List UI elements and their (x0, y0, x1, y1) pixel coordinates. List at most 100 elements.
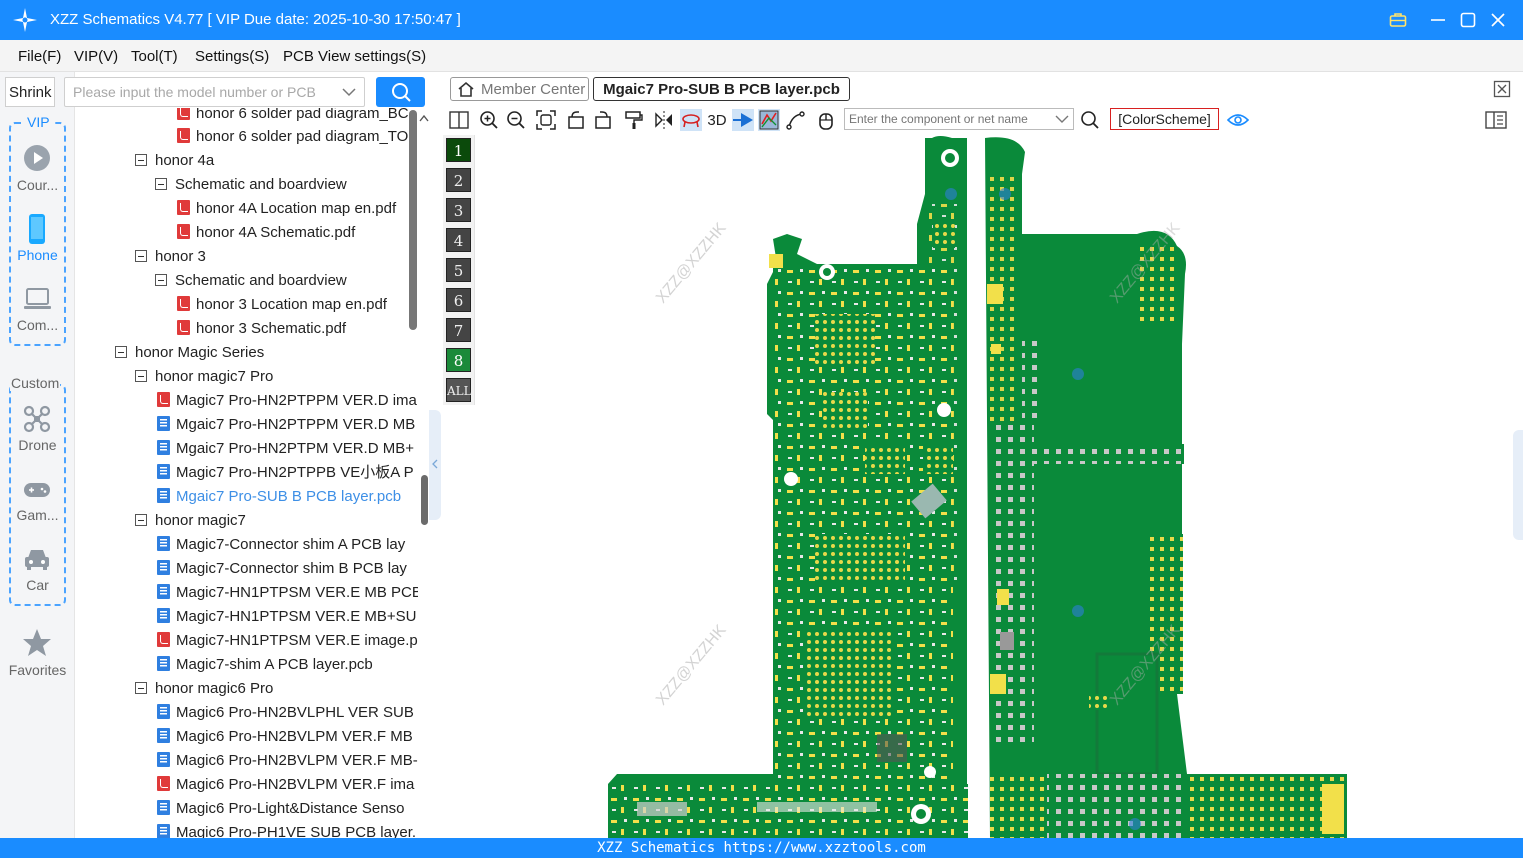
briefcase-icon[interactable] (1386, 8, 1410, 32)
rail-favorites[interactable]: Favorites (0, 628, 75, 683)
tree-file[interactable]: honor 3 Location map en.pdf (177, 293, 387, 317)
tree-folder[interactable]: honor Magic Series (115, 341, 264, 365)
rail-drone[interactable]: Drone (0, 402, 75, 462)
tree-file[interactable]: Magic6 Pro-HN2BVLPHL VER SUB (157, 701, 414, 725)
rail-computer[interactable]: Com... (0, 280, 75, 340)
layer-button-5[interactable]: 5 (446, 258, 471, 282)
component-search-icon[interactable] (1079, 109, 1101, 131)
rotate-right-icon[interactable] (592, 109, 614, 131)
close-button[interactable] (1486, 8, 1510, 32)
tree-file[interactable]: Magic7-HN1PTPSM VER.E image.p (157, 629, 418, 653)
component-search-input[interactable] (849, 111, 1049, 127)
tree-file[interactable]: honor 3 Schematic.pdf (177, 317, 346, 341)
tree-folder[interactable]: Schematic and boardview (155, 173, 347, 197)
tree-file[interactable]: Magic6 Pro-HN2BVLPM VER.F ima (157, 773, 414, 797)
tree-file[interactable]: honor 6 solder pad diagram_BC (177, 108, 409, 126)
collapse-icon[interactable] (135, 682, 147, 694)
layer-button-all[interactable]: ALL (446, 378, 472, 402)
layer-button-2[interactable]: 2 (446, 168, 471, 192)
side-panel-icon[interactable] (1485, 109, 1507, 131)
search-button[interactable] (376, 77, 425, 107)
tree-file[interactable]: Magic6 Pro-HN2BVLPM VER.F MB (157, 725, 413, 749)
menu-vip[interactable]: VIP(V) (74, 48, 118, 65)
collapse-icon[interactable] (155, 274, 167, 286)
tree-file[interactable]: Magic7-Connector shim A PCB lay (157, 533, 405, 557)
tree-file[interactable]: honor 6 solder pad diagram_TO (177, 125, 408, 149)
collapse-icon[interactable] (135, 514, 147, 526)
layer-button-3[interactable]: 3 (446, 198, 471, 222)
rail-courses[interactable]: Cour... (0, 140, 75, 200)
tree-file[interactable]: Magic6 Pro-Light&Distance Senso (157, 797, 404, 821)
tree-hscroll-thumb[interactable] (421, 475, 428, 525)
tree-file[interactable]: Magic6 Pro-PH1VE SUB PCB layer. (157, 821, 416, 838)
eye-icon[interactable] (1227, 109, 1249, 131)
pcb-board-view[interactable]: XZZ@XZZHK XZZ@XZZHK XZZ@XZZHK XZZ@XZZHK (477, 134, 1523, 838)
menu-settings[interactable]: Settings(S) (195, 48, 269, 65)
flip-board-icon[interactable] (680, 109, 702, 131)
chevron-down-icon[interactable] (342, 86, 356, 98)
tree-file[interactable]: honor 4A Location map en.pdf (177, 197, 396, 221)
right-panel-collapse-handle[interactable] (1513, 430, 1523, 540)
tree-file[interactable]: Magic7-shim A PCB layer.pcb (157, 653, 373, 677)
tree-file[interactable]: honor 4A Schematic.pdf (177, 221, 355, 245)
collapse-icon[interactable] (155, 178, 167, 190)
paint-roller-icon[interactable] (623, 109, 645, 131)
pcb-canvas[interactable]: XZZ@XZZHK XZZ@XZZHK XZZ@XZZHK XZZ@XZZHK (477, 134, 1523, 838)
maximize-button[interactable] (1456, 8, 1480, 32)
collapse-icon[interactable] (135, 370, 147, 382)
mirror-icon[interactable] (653, 109, 675, 131)
chevron-down-icon[interactable] (1055, 114, 1069, 124)
model-search-input[interactable] (73, 82, 333, 102)
colorscheme-button[interactable]: [ColorScheme] (1110, 108, 1219, 130)
tree-file[interactable]: Mgaic7 Pro-HN2PTPPM VER.D MB I (157, 413, 418, 437)
net-highlight-icon[interactable] (758, 109, 780, 131)
collapse-icon[interactable] (135, 250, 147, 262)
menu-tool[interactable]: Tool(T) (131, 48, 178, 65)
rotate-left-icon[interactable] (565, 109, 587, 131)
tree-file[interactable]: Mgaic7 Pro-HN2PTPM VER.D MB+ (157, 437, 414, 461)
rail-game[interactable]: Gam... (0, 476, 75, 531)
scroll-up-icon[interactable] (418, 113, 430, 123)
layer-button-7[interactable]: 7 (446, 318, 471, 342)
tree-file[interactable]: Magic7 Pro-HN2PTPPB VE小板A P (157, 461, 414, 485)
pdf-file-icon (177, 296, 190, 311)
layer-button-8[interactable]: 8 (446, 348, 471, 372)
measure-icon[interactable] (785, 109, 807, 131)
tree-folder[interactable]: honor 3 (135, 245, 206, 269)
collapse-icon[interactable] (135, 154, 147, 166)
view-3d-button[interactable]: 3D (704, 109, 730, 131)
app-logo-icon (13, 8, 37, 32)
split-view-icon[interactable] (448, 109, 470, 131)
shrink-button[interactable]: Shrink (5, 77, 55, 107)
tree-file[interactable]: Magic7-Connector shim B PCB lay (157, 557, 407, 581)
fit-view-icon[interactable] (535, 109, 557, 131)
rail-car[interactable]: Car (0, 545, 75, 600)
pin-select-icon[interactable] (732, 109, 754, 131)
layer-button-4[interactable]: 4 (446, 228, 471, 252)
collapse-icon[interactable] (115, 346, 127, 358)
tab-active-file[interactable]: Mgaic7 Pro-SUB B PCB layer.pcb (593, 77, 850, 101)
rail-phone[interactable]: Phone (0, 210, 75, 270)
tree-folder[interactable]: honor magic6 Pro (135, 677, 273, 701)
layer-button-6[interactable]: 6 (446, 288, 471, 312)
tree-folder[interactable]: Schematic and boardview (155, 269, 347, 293)
tree-scrollbar[interactable] (409, 110, 417, 330)
tree-folder[interactable]: honor magic7 Pro (135, 365, 273, 389)
restore-window-icon[interactable] (1493, 80, 1511, 98)
tree-file[interactable]: Magic7-HN1PTPSM VER.E MB+SU (157, 605, 416, 629)
zoom-out-icon[interactable] (505, 109, 527, 131)
tab-member-center[interactable]: Member Center (450, 77, 589, 101)
tree-folder[interactable]: honor magic7 (135, 509, 246, 533)
tree-file-selected[interactable]: Mgaic7 Pro-SUB B PCB layer.pcb (157, 485, 401, 509)
tree-file[interactable]: Magic7 Pro-HN2PTPPM VER.D ima (157, 389, 417, 413)
menu-file[interactable]: File(F) (18, 48, 61, 65)
zoom-in-icon[interactable] (478, 109, 500, 131)
tree-folder[interactable]: honor 4a (135, 149, 214, 173)
tree-file[interactable]: Magic6 Pro-HN2BVLPM VER.F MB- (157, 749, 418, 773)
menu-pcb-view-settings[interactable]: PCB View settings(S) (283, 48, 426, 65)
layer-button-1[interactable]: 1 (446, 138, 471, 162)
panel-collapse-handle[interactable] (429, 410, 441, 520)
tree-file[interactable]: Magic7-HN1PTPSM VER.E MB PCB (157, 581, 418, 605)
minimize-button[interactable] (1426, 8, 1450, 32)
hand-pan-icon[interactable] (815, 109, 837, 131)
